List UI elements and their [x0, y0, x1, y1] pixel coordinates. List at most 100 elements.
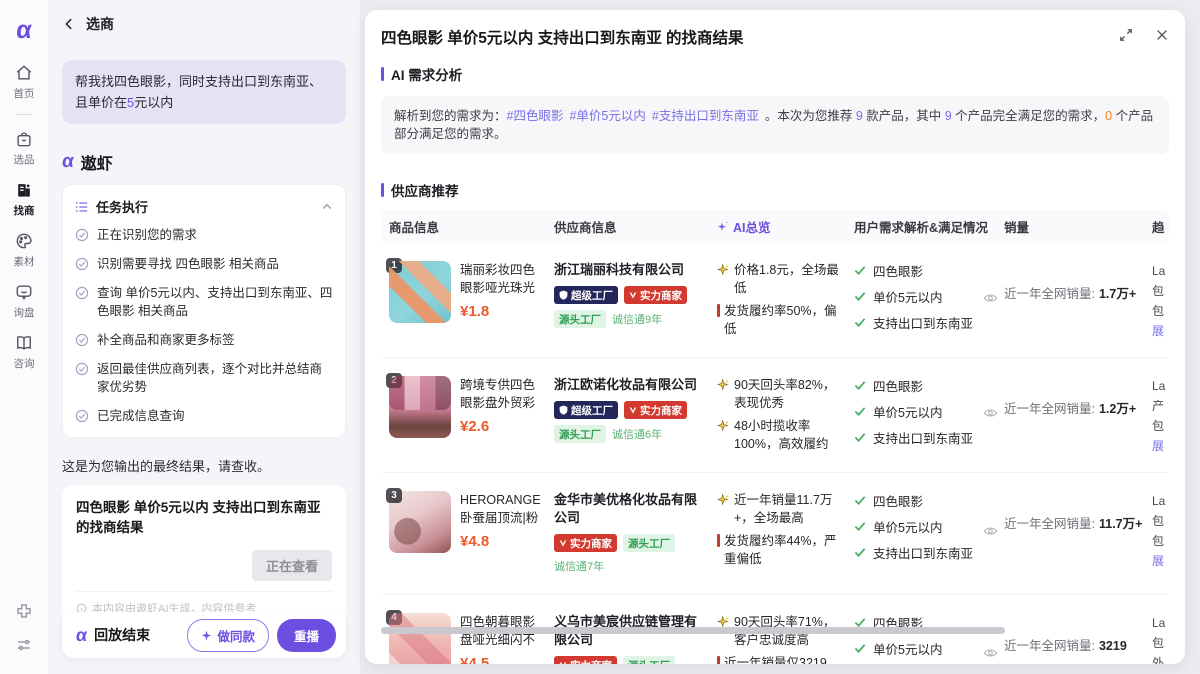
check-icon	[854, 495, 866, 506]
col-needs: 用户需求解析&满足情况	[854, 217, 1004, 236]
chat-bubble-icon	[14, 282, 34, 302]
sales-cell: 近一年全网销量:1.7万+	[1004, 261, 1152, 343]
table-row[interactable]: 1 瑞丽彩妆四色眼影哑光珠光大地色眼影盘平价品... ¥1.8 浙江瑞丽科技有限…	[381, 243, 1169, 358]
eye-icon[interactable]	[983, 647, 998, 659]
shopping-bag-icon	[14, 129, 34, 149]
product-title[interactable]: 瑞丽彩妆四色眼影哑光珠光大地色眼影盘平价品...	[460, 261, 544, 297]
section-marker	[381, 183, 384, 197]
super-factory-badge: 超级工厂	[554, 286, 618, 304]
replay-button[interactable]: 重播	[277, 619, 336, 652]
need-tag[interactable]: #单价5元以内	[569, 109, 645, 123]
ai-point-good: 48小时揽收率100%，高效履约	[717, 417, 842, 453]
trust-years: 诚信通7年	[554, 558, 604, 574]
strength-merchant-badge: 实力商家	[554, 534, 617, 552]
col-sales: 销量	[1004, 217, 1152, 236]
clipped-column: La 包 包 展	[1152, 491, 1169, 580]
check-circle-icon	[75, 362, 89, 376]
trust-years: 诚信通6年	[612, 426, 662, 442]
sales-value: 1.7万+	[1099, 287, 1136, 301]
sales-value: 1.2万+	[1099, 402, 1136, 416]
product-image[interactable]: 3	[389, 491, 451, 553]
expand-link[interactable]: 展	[1152, 436, 1169, 456]
check-icon	[854, 291, 866, 302]
result-card[interactable]: 四色眼影 单价5元以内 支持出口到东南亚 的找商结果 正在查看 本内容由遨虾AI…	[62, 485, 346, 625]
sidebar-item-sucai[interactable]: 素材	[0, 231, 48, 269]
check-circle-icon	[75, 257, 89, 271]
expand-icon[interactable]	[1119, 28, 1133, 42]
product-title[interactable]: HERORANGE 卧蚕届顶流|粉嫩嫩高光亮片多色...	[460, 491, 544, 527]
need-check: 单价5元以内	[854, 517, 978, 536]
eye-icon[interactable]	[983, 292, 998, 304]
product-price: ¥4.8	[460, 533, 544, 550]
check-icon	[854, 380, 866, 391]
task-item: 已完成信息查询	[75, 407, 333, 425]
sparkle-icon	[717, 419, 730, 432]
source-factory-badge: 源头工厂	[623, 534, 675, 552]
user-message-bubble: 帮我找四色眼影，同时支持出口到东南亚、且单价在5元以内	[62, 60, 346, 124]
result-card-title: 四色眼影 单价5元以内 支持出口到东南亚 的找商结果	[76, 498, 332, 538]
sidebar-item-xuanpin[interactable]: 选品	[0, 129, 48, 167]
results-panel: 四色眼影 单价5元以内 支持出口到东南亚 的找商结果 AI 需求分析 解析到您的…	[365, 10, 1185, 664]
sliders-icon[interactable]	[15, 636, 33, 654]
check-circle-icon	[75, 333, 89, 347]
supplier-name[interactable]: 金华市美优格化妆品有限公司	[554, 491, 703, 527]
back-icon[interactable]	[62, 17, 76, 31]
expand-link[interactable]: 展	[1152, 321, 1169, 341]
make-same-button[interactable]: 做同款	[187, 619, 269, 652]
replay-status: 回放结束	[94, 625, 187, 645]
sparkle-icon	[201, 630, 212, 641]
gamepad-icon[interactable]	[15, 602, 33, 620]
check-icon	[854, 643, 866, 654]
warning-bar-icon	[717, 304, 720, 317]
ai-point-bad: 发货履约率50%，偏低	[717, 302, 842, 338]
icon-rail: α 首页 选品 找商 素材 询盘 咨询	[0, 0, 48, 674]
horizontal-scrollbar[interactable]	[381, 627, 1005, 634]
need-check: 单价5元以内	[854, 639, 978, 658]
strength-merchant-badge: 实力商家	[554, 656, 617, 664]
ai-point-good: 90天回头率82%，表现优秀	[717, 376, 842, 412]
full-match-count: 9	[945, 109, 952, 123]
need-check: 支持出口到东南亚	[854, 428, 978, 447]
viewing-button[interactable]: 正在查看	[252, 550, 332, 581]
v-mark-icon	[629, 291, 637, 300]
results-title: 四色眼影 单价5元以内 支持出口到东南亚 的找商结果	[381, 26, 1119, 48]
eye-icon[interactable]	[983, 407, 998, 419]
sidebar-item-zixun[interactable]: 咨询	[0, 333, 48, 371]
sparkle-icon	[717, 378, 730, 391]
sidebar-item-zhaoshang[interactable]: 找商	[0, 180, 48, 218]
check-icon	[854, 317, 866, 328]
task-execution-card: 任务执行 正在识别您的需求 识别需要寻找 四色眼影 相关商品 查询 单价5元以内…	[62, 184, 346, 438]
task-item: 补全商品和商家更多标签	[75, 331, 333, 349]
eye-icon[interactable]	[983, 525, 998, 537]
clipped-column: La 包 外 展	[1152, 613, 1169, 664]
sidebar-item-home[interactable]: 首页	[0, 63, 48, 101]
close-icon[interactable]	[1155, 28, 1169, 42]
product-image[interactable]: 4	[389, 613, 451, 664]
super-factory-badge: 超级工厂	[554, 401, 618, 419]
building-icon	[14, 180, 34, 200]
supplier-name[interactable]: 浙江瑞丽科技有限公司	[554, 261, 703, 279]
expand-link[interactable]: 展	[1152, 551, 1169, 571]
col-ai-overview[interactable]: AI总览	[717, 217, 854, 236]
clipped-column: La 产 包 展	[1152, 376, 1169, 458]
product-title[interactable]: 跨境专供四色眼影盘外贸彩妆自然珠光眼妆盘新...	[460, 376, 544, 412]
need-tag[interactable]: #四色眼影	[507, 109, 564, 123]
section-marker	[381, 67, 384, 81]
sidebar-item-xunpan[interactable]: 询盘	[0, 282, 48, 320]
supplier-name[interactable]: 浙江欧诺化妆品有限公司	[554, 376, 703, 394]
sales-cell: 近一年全网销量:3219	[1004, 613, 1152, 664]
product-image[interactable]: 2	[389, 376, 451, 438]
task-item: 识别需要寻找 四色眼影 相关商品	[75, 255, 333, 273]
chevron-up-icon[interactable]	[321, 201, 333, 213]
source-factory-badge: 源头工厂	[623, 656, 675, 664]
need-tag[interactable]: #支持出口到东南亚	[652, 109, 759, 123]
app-logo: α	[7, 16, 40, 45]
table-row[interactable]: 2 跨境专供四色眼影盘外贸彩妆自然珠光眼妆盘新... ¥2.6 浙江欧诺化妆品有…	[381, 358, 1169, 473]
task-item: 正在识别您的需求	[75, 226, 333, 244]
check-icon	[854, 547, 866, 558]
table-row[interactable]: 3 HERORANGE 卧蚕届顶流|粉嫩嫩高光亮片多色... ¥4.8 金华市美…	[381, 473, 1169, 595]
book-icon	[14, 333, 34, 353]
warning-bar-icon	[717, 656, 720, 664]
total-count: 9	[856, 109, 863, 123]
product-image[interactable]: 1	[389, 261, 451, 323]
